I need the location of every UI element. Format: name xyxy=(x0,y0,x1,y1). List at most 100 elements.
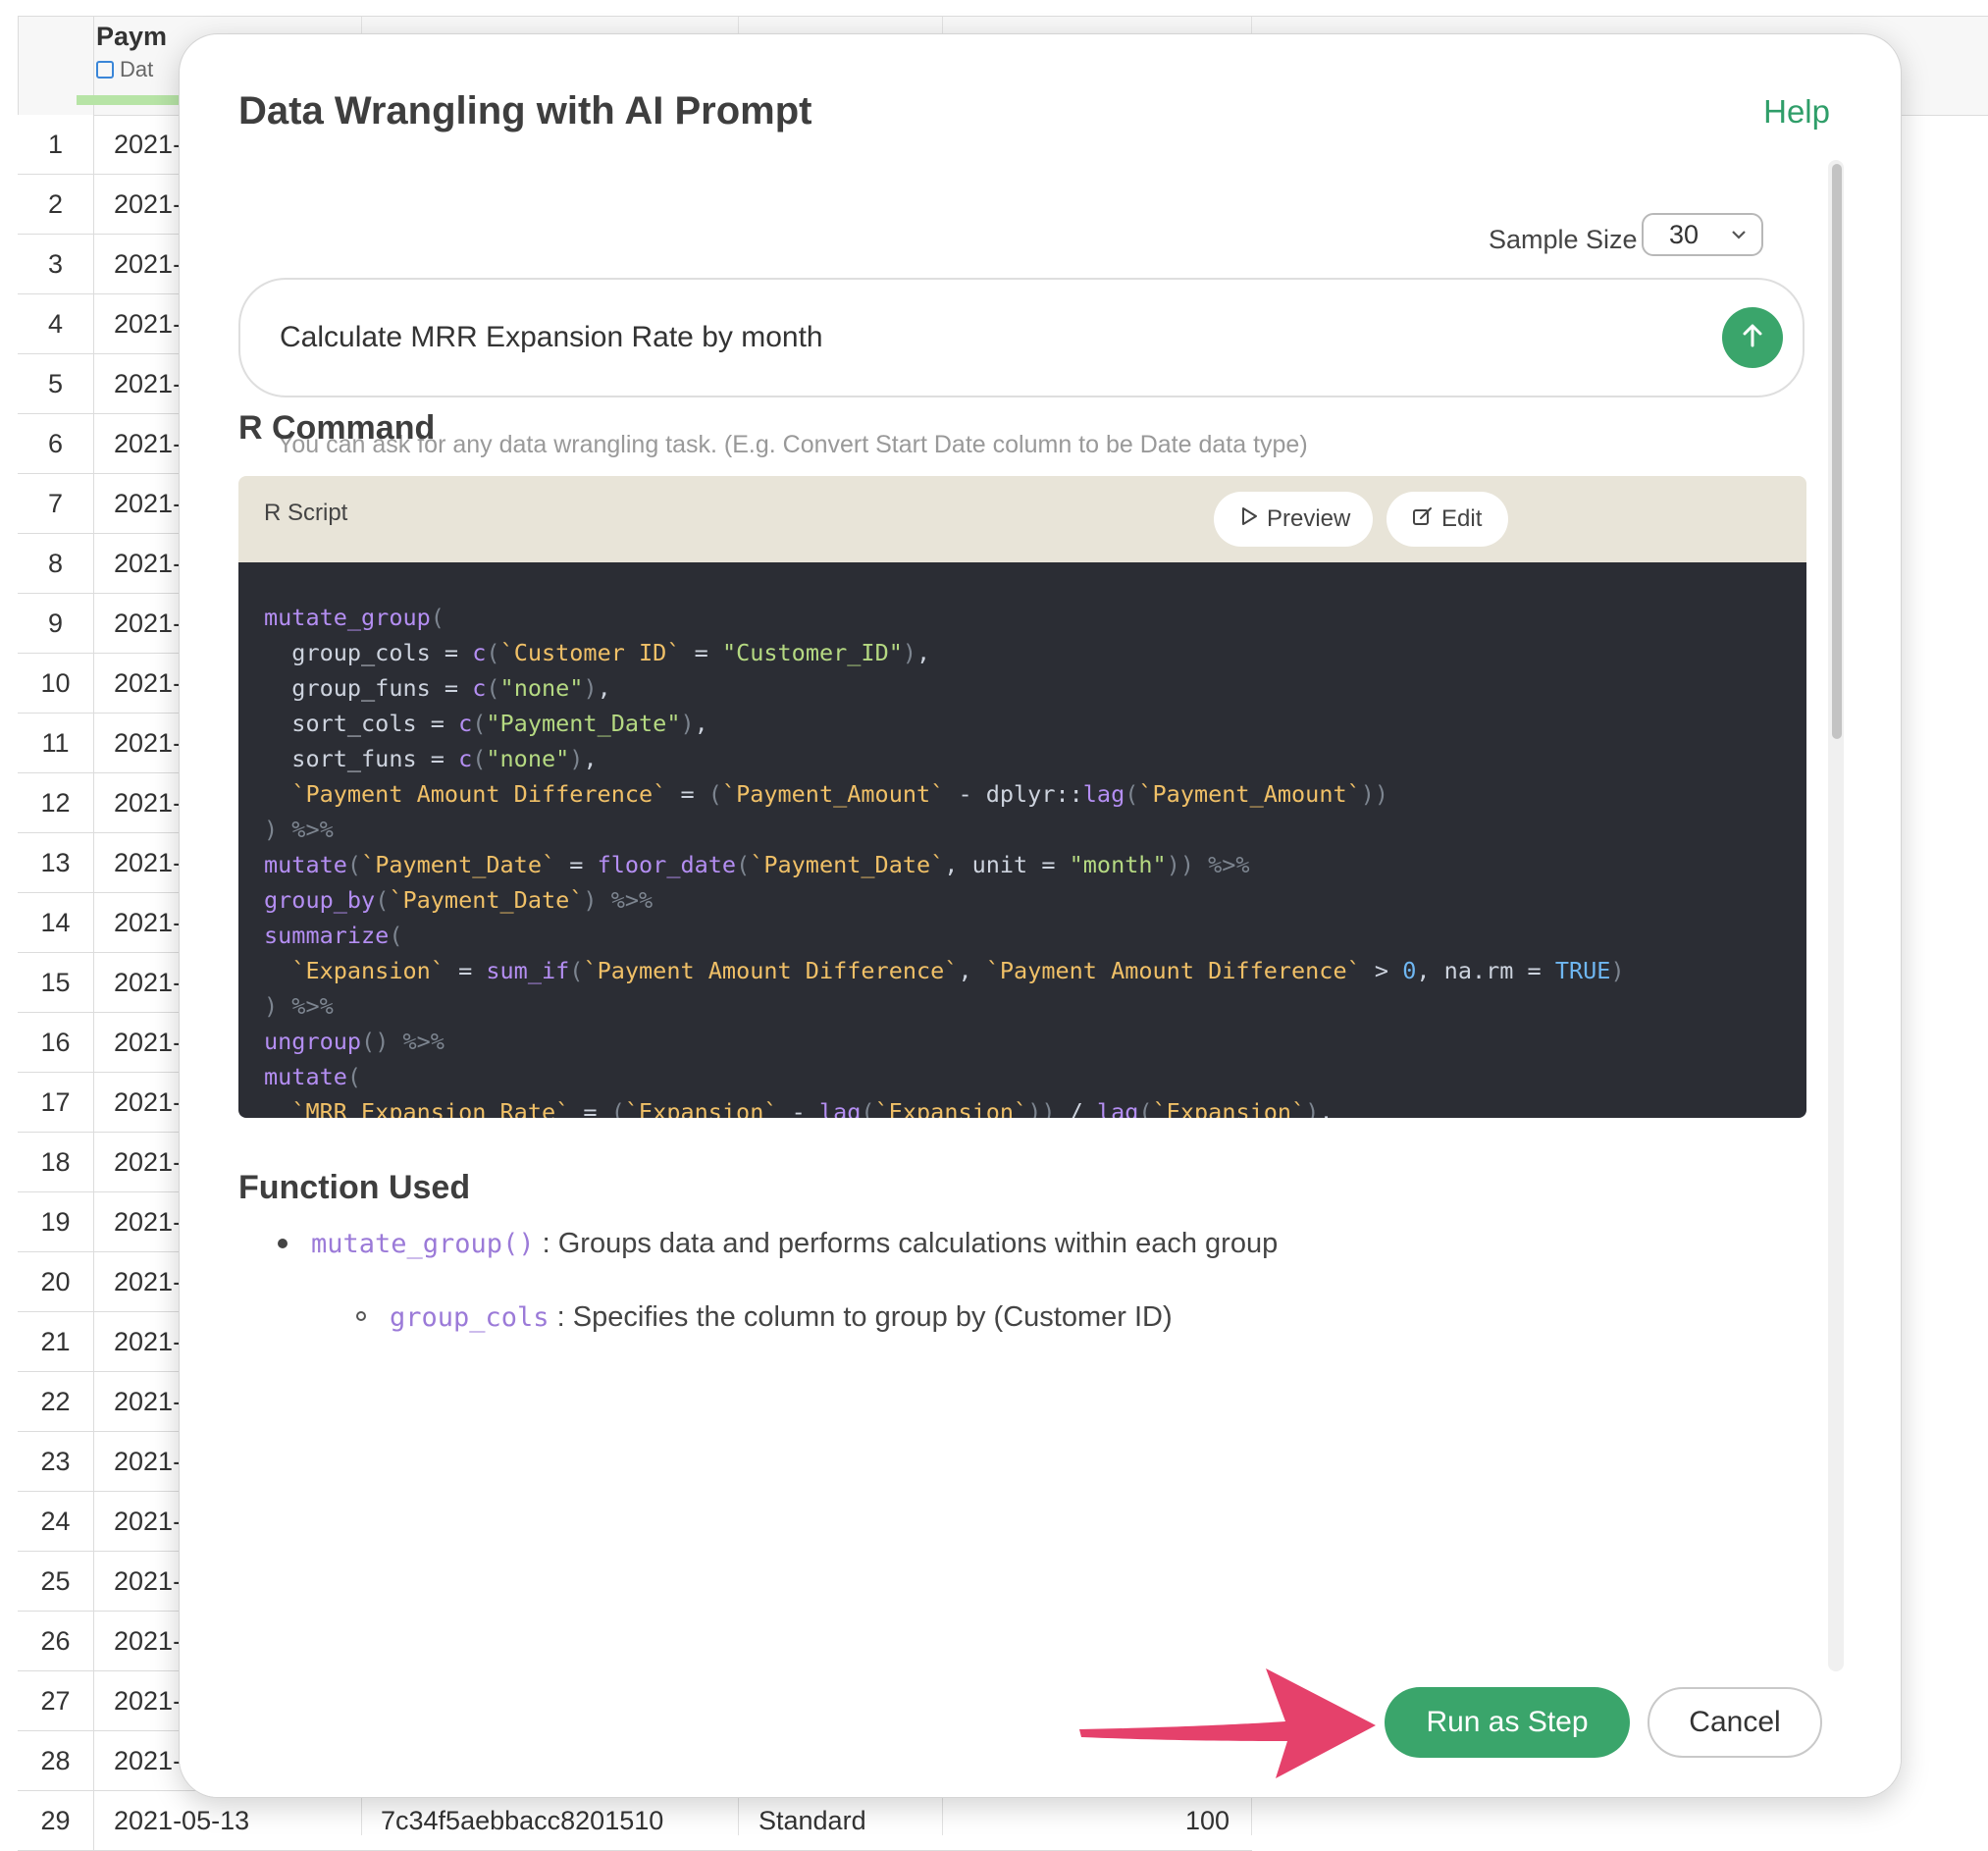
row-number: 10 xyxy=(18,654,94,713)
table-cell: 2021- xyxy=(114,1087,183,1117)
row-number: 21 xyxy=(18,1312,94,1371)
prompt-input[interactable]: Calculate MRR Expansion Rate by month xyxy=(238,278,1805,397)
row-number: 24 xyxy=(18,1492,94,1551)
table-cell: Standard xyxy=(759,1806,866,1835)
row-number: 26 xyxy=(18,1612,94,1670)
row-number: 19 xyxy=(18,1192,94,1251)
dialog-title: Data Wrangling with AI Prompt xyxy=(238,89,812,132)
table-cell: 2021- xyxy=(114,1387,183,1416)
list-item: group_cols : Specifies the column to gro… xyxy=(356,1297,1278,1338)
sample-size-value: 30 xyxy=(1669,219,1700,249)
row-number: 20 xyxy=(18,1252,94,1311)
table-cell: 2021- xyxy=(114,369,183,398)
row-number: 23 xyxy=(18,1432,94,1491)
table-cell: 2021- xyxy=(114,1507,183,1536)
send-prompt-button[interactable] xyxy=(1722,307,1783,368)
column-type: Dat xyxy=(96,57,153,82)
row-number: 16 xyxy=(18,1013,94,1072)
row-number: 22 xyxy=(18,1372,94,1431)
table-row[interactable]: 29 2021-05-13 7c34f5aebbacc8201510 Standard… xyxy=(18,1791,1252,1851)
function-name: mutate_group() xyxy=(311,1229,535,1259)
table-cell: 2021- xyxy=(114,1566,183,1596)
table-cell: 100 xyxy=(1185,1806,1230,1835)
row-number: 2 xyxy=(18,175,94,234)
run-as-step-button[interactable]: Run as Step xyxy=(1385,1687,1630,1758)
table-cell: 2021- xyxy=(114,1686,183,1716)
table-cell: 2021- xyxy=(114,1267,183,1296)
row-number: 11 xyxy=(18,714,94,772)
table-cell: 2021- xyxy=(114,1028,183,1057)
calendar-icon xyxy=(96,61,114,79)
cancel-button[interactable]: Cancel xyxy=(1648,1687,1822,1758)
table-cell: 2021- xyxy=(114,1207,183,1237)
function-list: mutate_group() : Groups data and perform… xyxy=(278,1224,1278,1338)
dialog-footer xyxy=(180,1673,1901,1797)
sample-size-select[interactable]: 30 xyxy=(1642,213,1763,256)
row-number: 27 xyxy=(18,1671,94,1730)
row-number: 14 xyxy=(18,893,94,952)
row-number: 18 xyxy=(18,1133,94,1191)
chevron-down-icon xyxy=(1730,223,1748,252)
r-script-label: R Script xyxy=(264,500,348,526)
sample-size-label: Sample Size xyxy=(1489,225,1638,254)
table-cell: 2021- xyxy=(114,549,183,578)
row-number: 29 xyxy=(18,1791,94,1850)
dialog-body: Sample Size 30 Calculate MRR Expansion R… xyxy=(180,162,1901,1673)
row-number: 1 xyxy=(18,115,94,174)
edit-icon xyxy=(1412,505,1434,534)
row-number: 17 xyxy=(18,1073,94,1132)
preview-button-label: Preview xyxy=(1267,505,1351,532)
row-number: 7 xyxy=(18,474,94,533)
argument-name: group_cols xyxy=(390,1302,549,1333)
table-cell: 2021- xyxy=(114,728,183,758)
row-number: 13 xyxy=(18,833,94,892)
table-cell: 2021- xyxy=(114,189,183,219)
row-number: 12 xyxy=(18,773,94,832)
help-link[interactable]: Help xyxy=(1763,93,1830,131)
ai-prompt-dialog: Data Wrangling with AI Prompt Help Sampl… xyxy=(179,33,1902,1798)
table-cell: 2021- xyxy=(114,1447,183,1476)
table-cell: 2021- xyxy=(114,249,183,279)
row-number: 5 xyxy=(18,354,94,413)
table-cell: 2021- xyxy=(114,968,183,997)
table-cell: 2021- xyxy=(114,848,183,877)
r-script-code-area[interactable]: mutate_group( group_cols = c(`Customer I… xyxy=(238,562,1806,1118)
edit-button-label: Edit xyxy=(1441,505,1483,532)
argument-description: : Specifies the column to group by (Cust… xyxy=(549,1301,1173,1333)
table-cell: 2021- xyxy=(114,908,183,937)
row-number: 3 xyxy=(18,235,94,293)
table-cell: 2021- xyxy=(114,1746,183,1775)
table-cell: 2021- xyxy=(114,1626,183,1656)
r-script-code: mutate_group( group_cols = c(`Customer I… xyxy=(264,604,1625,1118)
annotation-arrow xyxy=(1079,1668,1376,1778)
edit-button[interactable]: Edit xyxy=(1386,492,1508,547)
play-outline-icon xyxy=(1239,505,1259,534)
function-used-title: Function Used xyxy=(238,1169,471,1206)
dialog-scroll-thumb[interactable] xyxy=(1832,164,1842,739)
table-cell: 2021- xyxy=(114,668,183,698)
arrow-up-icon xyxy=(1738,321,1767,355)
table-cell: 2021- xyxy=(114,608,183,638)
row-number: 9 xyxy=(18,594,94,653)
table-cell: 2021- xyxy=(114,788,183,818)
row-number: 6 xyxy=(18,414,94,473)
prompt-input-text: Calculate MRR Expansion Rate by month xyxy=(280,321,823,353)
table-cell: 2021- xyxy=(114,489,183,518)
row-number: 28 xyxy=(18,1731,94,1790)
table-cell: 2021- xyxy=(114,429,183,458)
table-cell: 2021- xyxy=(114,309,183,339)
function-description: : Groups data and performs calculations … xyxy=(534,1228,1279,1259)
column-type-label: Dat xyxy=(120,57,154,81)
r-script-header: R Script Preview Edit xyxy=(238,476,1806,562)
row-number: 25 xyxy=(18,1552,94,1611)
table-cell: 2021- xyxy=(114,1327,183,1356)
row-number: 15 xyxy=(18,953,94,1012)
r-script-panel: R Script Preview Edit mutate_group(grou… xyxy=(238,476,1806,1118)
row-number: 4 xyxy=(18,294,94,353)
table-cell: 2021- xyxy=(114,1147,183,1177)
table-cell: 2021- xyxy=(114,130,183,159)
table-cell: 7c34f5aebbacc8201510 xyxy=(381,1806,664,1835)
preview-button[interactable]: Preview xyxy=(1214,492,1373,547)
list-item: mutate_group() : Groups data and perform… xyxy=(278,1224,1278,1264)
column-header-payment-date[interactable]: Paym xyxy=(96,22,167,52)
